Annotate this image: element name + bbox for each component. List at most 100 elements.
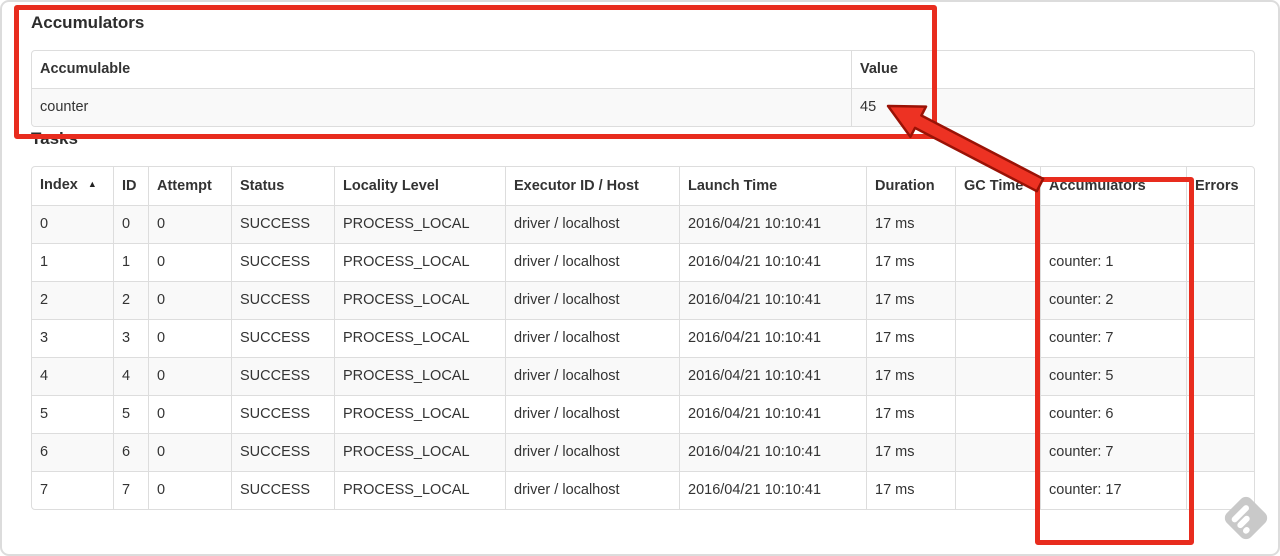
cell-gc_time	[955, 395, 1040, 433]
cell-index: 4	[32, 357, 113, 395]
column-header-id[interactable]: ID	[113, 167, 148, 205]
table-row: 0 0 0 SUCCESS PROCESS_LOCAL driver / localhos…	[32, 205, 1254, 243]
cell-locality_level: PROCESS_LOCAL	[334, 205, 505, 243]
column-header-accumulators[interactable]: Accumulators	[1040, 167, 1186, 205]
cell-gc_time	[955, 205, 1040, 243]
cell-launch_time: 2016/04/21 10:10:41	[679, 471, 866, 509]
table-row: 2 2 0 SUCCESS PROCESS_LOCAL driver / localhos…	[32, 281, 1254, 319]
tasks-header-row: Index ▲ ID Attempt Status Locality Level …	[32, 167, 1254, 205]
cell-status: SUCCESS	[231, 243, 334, 281]
spark-ui-stage-page: Accumulators Accumulable Value counter 45…	[0, 0, 1280, 556]
table-row: 3 3 0 SUCCESS PROCESS_LOCAL driver / localhos…	[32, 319, 1254, 357]
cell-index: 2	[32, 281, 113, 319]
cell-id: 1	[113, 243, 148, 281]
cell-executor_id_host: driver / localhost	[505, 319, 679, 357]
cell-launch_time: 2016/04/21 10:10:41	[679, 433, 866, 471]
cell-accumulators: counter: 7	[1040, 319, 1186, 357]
tasks-section: Tasks Index ▲ ID Attempt Status Locality …	[2, 127, 1278, 510]
cell-gc_time	[955, 319, 1040, 357]
cell-status: SUCCESS	[231, 395, 334, 433]
cell-id: 6	[113, 433, 148, 471]
cell-status: SUCCESS	[231, 433, 334, 471]
cell-attempt: 0	[148, 319, 231, 357]
cell-attempt: 0	[148, 471, 231, 509]
cell-duration: 17 ms	[866, 357, 955, 395]
cell-executor_id_host: driver / localhost	[505, 395, 679, 433]
cell-id: 7	[113, 471, 148, 509]
cell-executor_id_host: driver / localhost	[505, 281, 679, 319]
cell-gc_time	[955, 357, 1040, 395]
column-header-index[interactable]: Index ▲	[32, 167, 113, 205]
sort-ascending-icon: ▲	[87, 179, 97, 189]
column-header-executor-id-host[interactable]: Executor ID / Host	[505, 167, 679, 205]
cell-locality_level: PROCESS_LOCAL	[334, 395, 505, 433]
accumulators-table: Accumulable Value counter 45	[31, 50, 1255, 127]
column-header-duration[interactable]: Duration	[866, 167, 955, 205]
cell-duration: 17 ms	[866, 243, 955, 281]
cell-errors	[1186, 433, 1254, 471]
cell-locality_level: PROCESS_LOCAL	[334, 471, 505, 509]
cell-attempt: 0	[148, 357, 231, 395]
cell-errors	[1186, 319, 1254, 357]
cell-attempt: 0	[148, 395, 231, 433]
cell-status: SUCCESS	[231, 319, 334, 357]
cell-gc_time	[955, 281, 1040, 319]
cell-gc_time	[955, 243, 1040, 281]
cell-accumulable: counter	[32, 88, 851, 126]
cell-launch_time: 2016/04/21 10:10:41	[679, 205, 866, 243]
column-header-attempt[interactable]: Attempt	[148, 167, 231, 205]
cell-gc_time	[955, 433, 1040, 471]
cell-locality_level: PROCESS_LOCAL	[334, 319, 505, 357]
cell-status: SUCCESS	[231, 205, 334, 243]
cell-launch_time: 2016/04/21 10:10:41	[679, 319, 866, 357]
cell-duration: 17 ms	[866, 395, 955, 433]
cell-value: 45	[851, 88, 1254, 126]
cell-attempt: 0	[148, 205, 231, 243]
table-row: 7 7 0 SUCCESS PROCESS_LOCAL driver / localhos…	[32, 471, 1254, 509]
column-header-accumulable[interactable]: Accumulable	[32, 51, 851, 88]
accumulators-header-row: Accumulable Value	[32, 51, 1254, 88]
cell-status: SUCCESS	[231, 471, 334, 509]
cell-attempt: 0	[148, 243, 231, 281]
top-spacer	[2, 2, 1278, 11]
watermark-dot	[1242, 526, 1251, 535]
cell-executor_id_host: driver / localhost	[505, 357, 679, 395]
cell-executor_id_host: driver / localhost	[505, 471, 679, 509]
cell-index: 1	[32, 243, 113, 281]
column-header-status[interactable]: Status	[231, 167, 334, 205]
cell-id: 2	[113, 281, 148, 319]
column-header-index-label: Index	[40, 177, 78, 193]
cell-executor_id_host: driver / localhost	[505, 433, 679, 471]
column-header-gc-time[interactable]: GC Time	[955, 167, 1040, 205]
cell-accumulators	[1040, 205, 1186, 243]
cell-launch_time: 2016/04/21 10:10:41	[679, 395, 866, 433]
table-row: 6 6 0 SUCCESS PROCESS_LOCAL driver / localhos…	[32, 433, 1254, 471]
cell-locality_level: PROCESS_LOCAL	[334, 357, 505, 395]
cell-duration: 17 ms	[866, 319, 955, 357]
cell-status: SUCCESS	[231, 281, 334, 319]
column-header-launch-time[interactable]: Launch Time	[679, 167, 866, 205]
cell-accumulators: counter: 7	[1040, 433, 1186, 471]
cell-accumulators: counter: 6	[1040, 395, 1186, 433]
cell-accumulators: counter: 5	[1040, 357, 1186, 395]
cell-index: 7	[32, 471, 113, 509]
cell-index: 5	[32, 395, 113, 433]
cell-executor_id_host: driver / localhost	[505, 205, 679, 243]
cell-locality_level: PROCESS_LOCAL	[334, 281, 505, 319]
cell-locality_level: PROCESS_LOCAL	[334, 433, 505, 471]
cell-gc_time	[955, 471, 1040, 509]
cell-id: 0	[113, 205, 148, 243]
column-header-errors[interactable]: Errors	[1186, 167, 1254, 205]
accumulators-title: Accumulators	[31, 13, 145, 32]
cell-errors	[1186, 395, 1254, 433]
column-header-locality-level[interactable]: Locality Level	[334, 167, 505, 205]
column-header-value[interactable]: Value	[851, 51, 1254, 88]
cell-duration: 17 ms	[866, 281, 955, 319]
cell-launch_time: 2016/04/21 10:10:41	[679, 243, 866, 281]
cell-errors	[1186, 243, 1254, 281]
cell-attempt: 0	[148, 433, 231, 471]
cell-status: SUCCESS	[231, 357, 334, 395]
cell-duration: 17 ms	[866, 433, 955, 471]
cell-launch_time: 2016/04/21 10:10:41	[679, 357, 866, 395]
cell-index: 3	[32, 319, 113, 357]
